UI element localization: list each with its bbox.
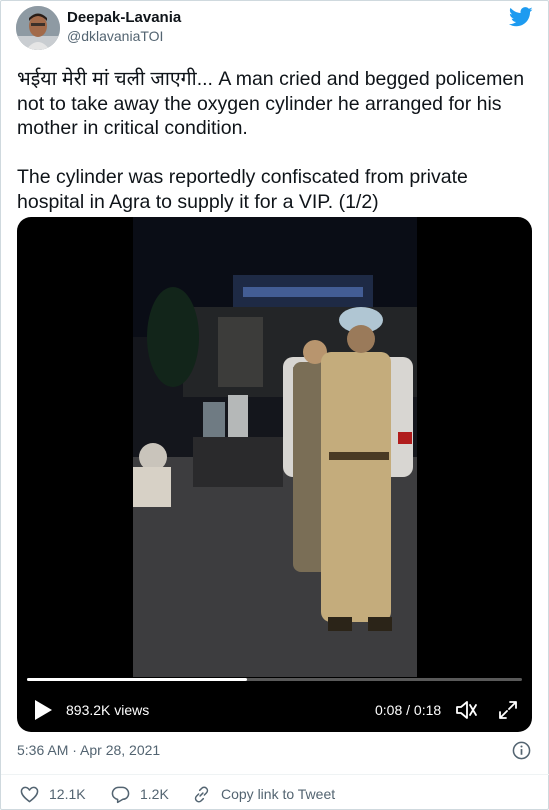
video-time: 0:08 / 0:18 <box>375 702 442 718</box>
like-count: 12.1K <box>49 785 86 802</box>
reply-icon <box>111 786 130 803</box>
view-count: 893.2K views <box>66 702 150 718</box>
copy-link-button[interactable]: Copy link to Tweet <box>192 784 335 804</box>
fullscreen-icon[interactable] <box>498 699 518 721</box>
author-name[interactable]: Deepak-Lavania <box>67 9 181 27</box>
copy-link-label: Copy link to Tweet <box>221 785 336 802</box>
video-frame <box>133 217 417 677</box>
progress-bar[interactable] <box>27 678 522 681</box>
link-icon <box>194 785 209 803</box>
reply-button[interactable]: 1.2K <box>111 784 169 804</box>
tweet-card: Deepak-Lavania @dklavaniaTOI भईया मेरी म… <box>0 0 549 810</box>
heart-icon <box>20 786 39 802</box>
volume-icon[interactable] <box>455 699 479 721</box>
profile-photo <box>16 6 60 50</box>
author-handle[interactable]: @dklavaniaTOI <box>67 28 163 45</box>
avatar[interactable] <box>16 6 60 50</box>
twitter-bird-icon[interactable] <box>509 7 533 27</box>
info-icon[interactable] <box>512 741 531 760</box>
video-player[interactable]: 893.2K views 0:08 / 0:18 <box>17 217 532 732</box>
tweet-timestamp[interactable]: 5:36 AM · Apr 28, 2021 <box>17 742 160 759</box>
like-button[interactable]: 12.1K <box>20 784 86 804</box>
progress-fill <box>27 678 247 681</box>
tweet-text: भईया मेरी मां चली जाएगी... A man cried a… <box>17 68 525 213</box>
action-bar: 12.1K 1.2K Copy link to Tweet <box>1 774 549 810</box>
reply-count: 1.2K <box>140 785 169 802</box>
play-icon[interactable] <box>33 699 53 721</box>
